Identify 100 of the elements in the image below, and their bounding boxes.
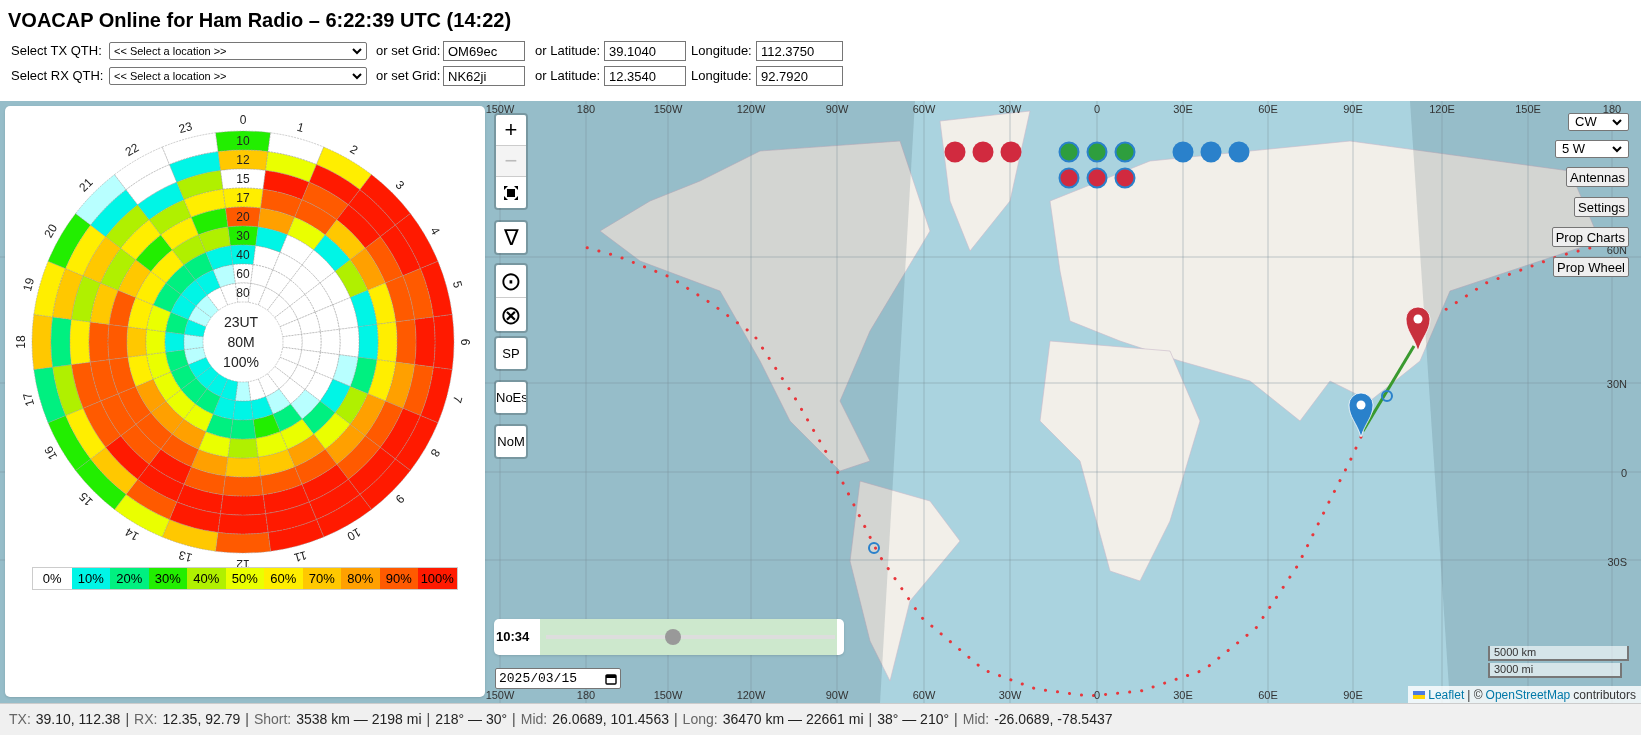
hour-label: 2 [347,142,361,158]
band-label: 60 [236,267,250,281]
field-label: Longitude: [691,42,753,61]
hour-label: 17 [20,391,38,408]
map-tool-button[interactable]: SP [496,338,526,369]
attribution-link[interactable]: OpenStreetMap [1485,685,1571,703]
fullscreen-button[interactable] [496,177,526,208]
longitude-label: 60W [912,103,936,115]
latitude-label: 30N [1606,378,1627,390]
band-label: 10 [236,134,250,148]
status-value: 26.0689, 101.4563 [552,710,669,729]
hour-label: 10 [344,524,364,544]
panel-button[interactable]: Prop Wheel [1553,257,1629,277]
longitude-label: 30E [1173,103,1193,115]
legend-swatch: 50% [225,568,264,589]
filter-button[interactable]: ∇ [496,222,526,253]
panel-button[interactable]: Antennas [1566,167,1629,187]
caret-icon [352,47,362,55]
hour-label: 7 [449,394,466,405]
map-tool-button[interactable]: ⊙ [496,265,526,298]
longitude-label: 180 [1602,103,1622,115]
legend-swatch: 80% [341,568,380,589]
attribution-link[interactable]: Leaflet [1428,685,1465,703]
scale-bar: 3000 mi [1488,663,1622,678]
page-title: VOACAP Online for Ham Radio – 6:22:39 UTC (14:22) [8,8,513,33]
longitude-label: 90W [825,103,849,115]
status-value: 12.35, 92.79 [162,710,241,729]
band-label: 20 [236,210,250,224]
hour-label: 22 [122,140,142,160]
status-label: RX: [134,710,158,729]
attribution-text: contributors [1573,686,1636,703]
input-field[interactable]: OM69ec [443,41,525,61]
longitude-label: 60E [1258,689,1278,701]
band-label: 40 [236,248,250,262]
input-field[interactable]: 112.3750 [756,41,843,61]
separator-text: | [512,710,516,729]
status-value: 3538 km — 2198 mi [296,710,422,729]
status-label: Mid: [520,710,548,729]
legend-swatch: 60% [264,568,303,589]
status-label: Mid: [962,710,990,729]
input-field[interactable]: 12.3540 [604,66,686,86]
power-select[interactable]: 5 W [1555,140,1629,158]
field-label: or Latitude: [535,67,602,86]
caret-icon [1612,145,1622,153]
legend-swatch: 70% [302,568,341,589]
map-tool-button[interactable]: ⊗ [496,298,526,331]
point-marker [1381,390,1393,402]
time-slider[interactable] [540,619,837,655]
field-label: Select RX QTH: [11,67,105,86]
location-select[interactable]: << Select a location >> [109,42,367,60]
field-label: or Latitude: [535,42,602,61]
status-value: 39.10, 112.38 [35,710,121,729]
hour-label: 14 [122,524,142,544]
status-label: Long: [682,710,718,729]
status-value: -26.0689, -78.5437 [994,710,1113,729]
caret-icon [1612,118,1622,126]
band-label: 17 [236,191,250,205]
scale-bar: 5000 km [1488,646,1629,661]
hour-label: 20 [41,221,61,241]
longitude-label: 120E [1429,103,1455,115]
zoom-in-button[interactable]: + [496,115,526,146]
field-label: Select TX QTH: [11,42,103,61]
slider-thumb[interactable] [665,629,682,645]
time-label: 10:34 [495,628,530,647]
hour-label: 6 [458,338,472,346]
flag-icon [1413,690,1426,699]
hour-label: 8 [427,446,443,460]
calendar-icon [605,672,617,685]
legend-swatch: 30% [148,568,187,589]
legend-swatch: 10% [71,568,110,589]
latitude-label: 0 [1620,467,1627,479]
location-select[interactable]: << Select a location >> [109,67,367,85]
hour-label: 11 [292,548,309,565]
panel-button[interactable]: Prop Charts [1551,227,1629,247]
longitude-label: 120W [736,689,766,701]
separator-text: | [673,710,678,729]
separator-text: | [426,710,431,729]
center-label: 80M [227,334,255,350]
input-field[interactable]: 39.1040 [604,41,686,61]
hour-label: 21 [76,175,96,195]
legend-swatch: 40% [187,568,226,589]
separator-text: | [245,710,249,729]
map-tool-button[interactable]: NoM [496,426,526,457]
field-label: Longitude: [691,67,753,86]
hour-label: 5 [449,279,466,290]
legend-swatch: 100% [418,568,457,589]
longitude-label: 150W [653,689,683,701]
input-field[interactable]: 92.7920 [756,66,843,86]
date-field[interactable]: 2025/03/15 [495,668,621,689]
input-field[interactable]: NK62ji [443,66,525,86]
attribution-text: | © [1467,686,1483,703]
longitude-label: 150W [485,689,515,701]
status-value: 218° — 30° [435,710,508,729]
longitude-label: 30W [998,103,1022,115]
map-pin-icon [1348,392,1374,438]
panel-button[interactable]: Settings [1574,197,1629,217]
mode-select[interactable]: CW [1568,113,1629,131]
longitude-label: 180 [576,103,596,115]
map-pin-icon [1405,306,1431,352]
hour-label: 16 [41,443,61,463]
